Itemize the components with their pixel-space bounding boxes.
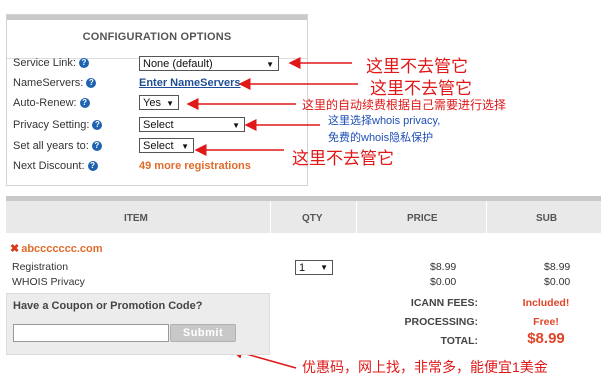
cart-header: ITEM QTY PRICE SUB	[6, 196, 601, 233]
total-label: TOTAL:	[440, 335, 478, 347]
header-item: ITEM	[124, 213, 148, 224]
qty-select[interactable]: 1 ▼	[295, 260, 333, 275]
annotation-coupon: 优惠码，网上找，非常多，能便宜1美金	[302, 359, 548, 375]
coupon-submit-button[interactable]: Submit	[170, 324, 236, 342]
col-sep	[356, 201, 357, 233]
coupon-box: Have a Coupon or Promotion Code? Submit	[6, 293, 270, 355]
line-whois-price: $0.00	[430, 276, 457, 288]
line-whois-name: WHOIS Privacy	[12, 276, 85, 288]
total-value: $8.99	[527, 330, 565, 347]
line-registration-name: Registration	[12, 261, 69, 273]
line-registration-sub: $8.99	[544, 261, 571, 273]
line-registration-price: $8.99	[430, 261, 457, 273]
annotation-privacy-line1: 这里选择whois privacy,	[328, 115, 441, 127]
header-qty: QTY	[302, 213, 323, 224]
close-x-icon[interactable]: ✖	[10, 243, 19, 255]
coupon-input[interactable]	[13, 324, 169, 342]
coupon-title: Have a Coupon or Promotion Code?	[13, 300, 203, 312]
col-sep	[270, 201, 271, 233]
col-sep	[486, 201, 487, 233]
annotation-privacy-line2: 免费的whois隐私保护	[328, 132, 434, 144]
domain-name: abccccccc.com	[21, 243, 103, 255]
annotation-auto-renew: 这里的自动续费根据自己需要进行选择	[302, 98, 507, 112]
dropdown-arrow-icon: ▼	[320, 263, 328, 272]
header-sub: SUB	[536, 213, 558, 224]
icann-fees-value: Included!	[522, 297, 570, 309]
processing-label: PROCESSING:	[404, 316, 478, 328]
qty-value: 1	[299, 262, 306, 274]
cart-table: ITEM QTY PRICE SUB ✖ abccccccc.com Regist…	[6, 196, 601, 372]
annotation-set-all-years: 这里不去管它	[292, 149, 394, 168]
cart-item-domain: ✖ abccccccc.com	[10, 242, 103, 255]
header-price: PRICE	[407, 213, 438, 224]
line-whois-sub: $0.00	[544, 276, 571, 288]
processing-value: Free!	[533, 316, 559, 328]
icann-fees-label: ICANN FEES:	[410, 297, 478, 309]
